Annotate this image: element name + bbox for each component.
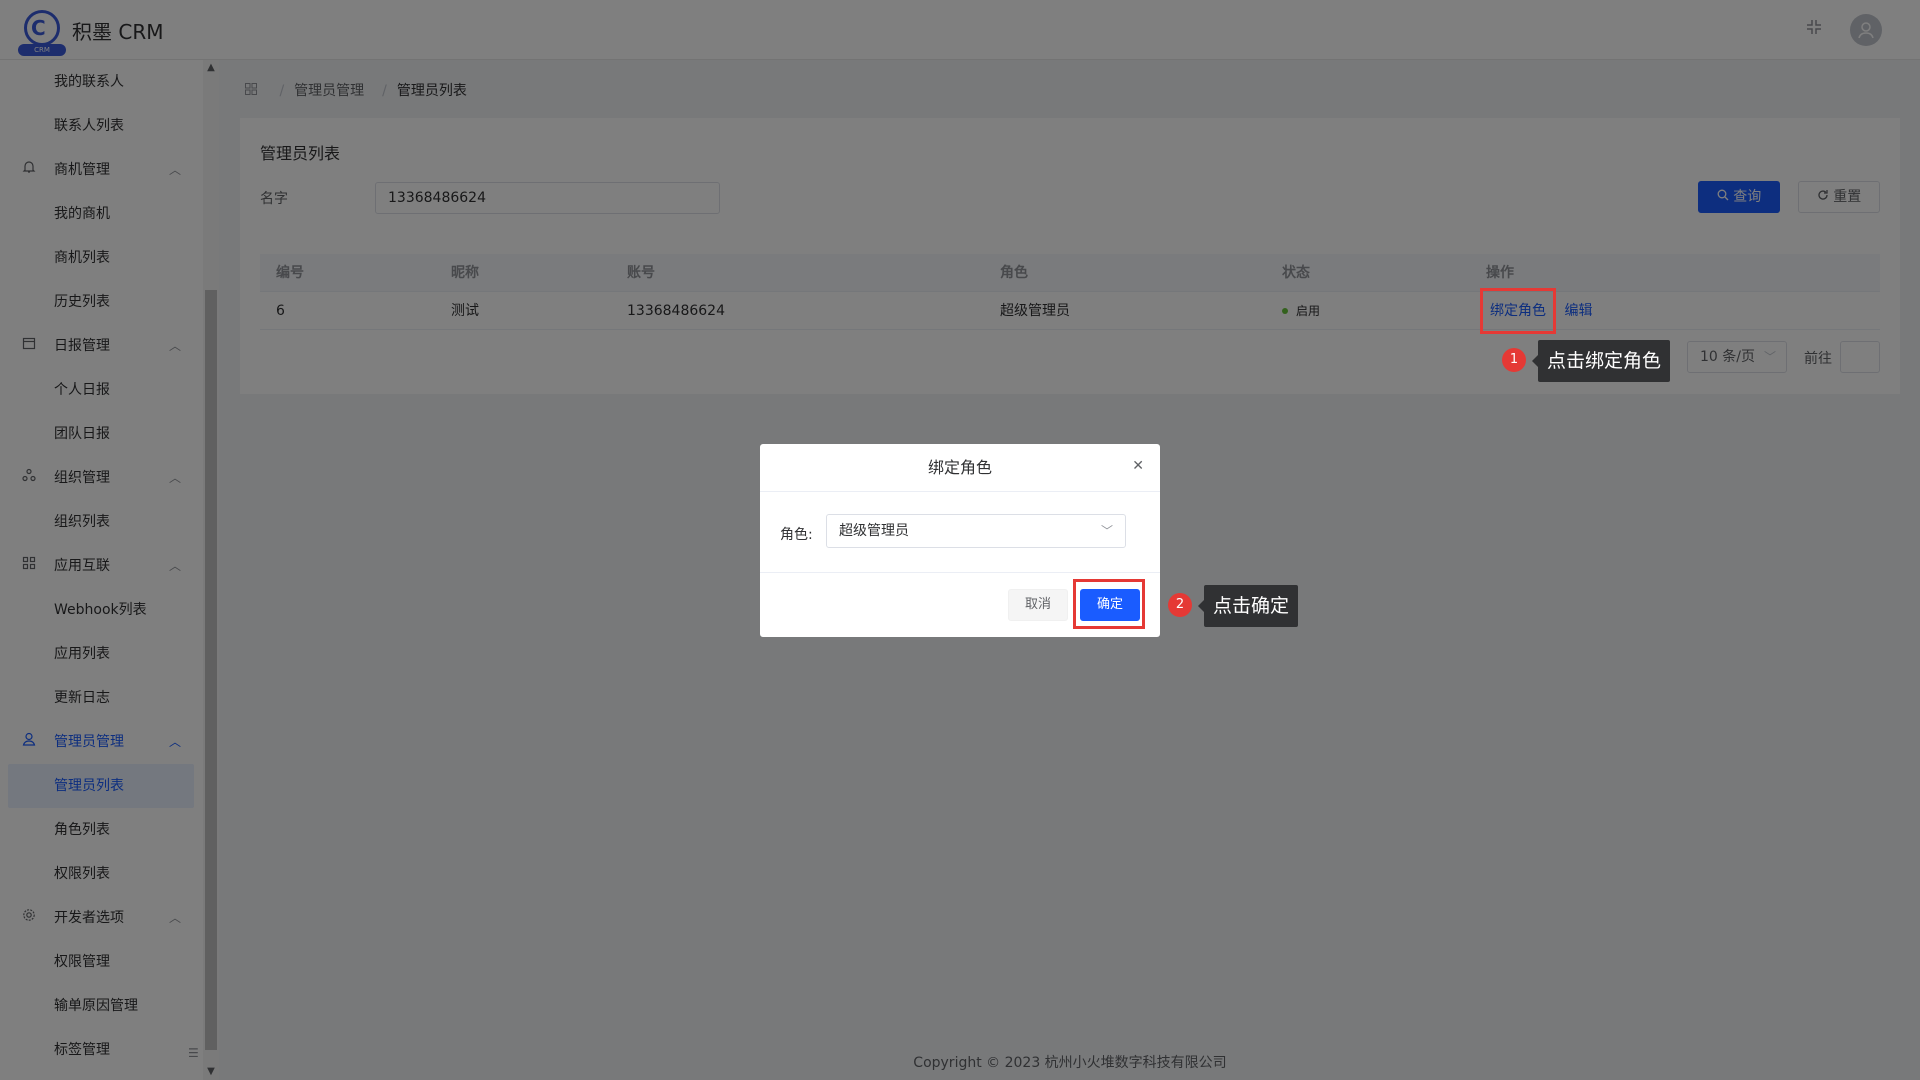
step-badge-2: 2 bbox=[1168, 593, 1192, 617]
highlight-bind-role bbox=[1480, 288, 1556, 334]
cancel-button[interactable]: 取消 bbox=[1008, 589, 1068, 621]
step-badge-1: 1 bbox=[1502, 348, 1526, 372]
dialog-title: 绑定角色 bbox=[760, 444, 1160, 492]
highlight-confirm bbox=[1073, 579, 1145, 629]
role-select[interactable]: 超级管理员 ﹀ bbox=[826, 514, 1126, 548]
tooltip-step-2: 点击确定 bbox=[1197, 585, 1299, 627]
role-label: 角色: bbox=[780, 527, 813, 543]
tooltip-step-1: 点击绑定角色 bbox=[1531, 340, 1671, 382]
close-icon[interactable]: ✕ bbox=[1132, 458, 1144, 474]
chevron-down-icon: ﹀ bbox=[1100, 524, 1113, 538]
